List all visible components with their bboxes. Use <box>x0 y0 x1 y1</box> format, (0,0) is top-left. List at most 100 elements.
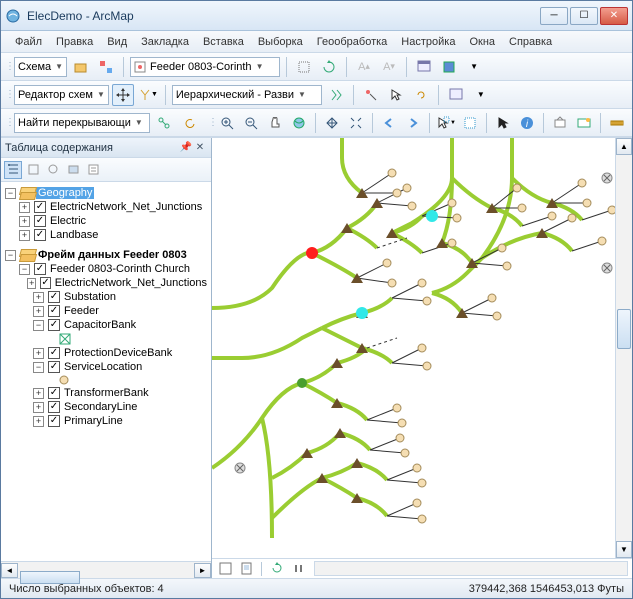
expand-icon[interactable]: + <box>33 402 44 413</box>
refresh-view-icon[interactable] <box>268 561 286 577</box>
full-extent-icon[interactable] <box>288 112 310 134</box>
list-by-selection-icon[interactable] <box>64 161 82 179</box>
select-features-icon[interactable]: ▼ <box>435 112 457 134</box>
checkbox[interactable]: ✓ <box>34 229 46 241</box>
checkbox[interactable]: ✓ <box>34 263 46 275</box>
collapse-icon[interactable]: − <box>5 250 16 261</box>
checkbox[interactable]: ✓ <box>48 305 60 317</box>
menu-help[interactable]: Справка <box>503 34 558 50</box>
feeder-combo[interactable]: Feeder 0803-Corinth▼ <box>130 57 280 77</box>
expand-icon[interactable]: + <box>33 306 44 317</box>
menu-geoprocessing[interactable]: Геообработка <box>311 34 394 50</box>
expand-icon[interactable]: + <box>27 278 36 289</box>
menu-selection[interactable]: Выборка <box>252 34 309 50</box>
prev-extent-icon[interactable] <box>378 112 400 134</box>
collapse-icon[interactable]: − <box>33 362 44 373</box>
maximize-button[interactable]: ☐ <box>570 7 598 25</box>
layout-algo-combo[interactable]: Иерархический - Разви▼ <box>172 85 322 105</box>
expand-icon[interactable]: + <box>19 202 30 213</box>
list-by-visibility-icon[interactable] <box>44 161 62 179</box>
find-undo-icon[interactable] <box>178 112 200 134</box>
expand-icon[interactable]: + <box>33 348 44 359</box>
text-down-icon[interactable]: A▾ <box>378 56 400 78</box>
data-view-icon[interactable] <box>216 561 234 577</box>
menu-edit[interactable]: Правка <box>50 34 99 50</box>
properties-icon[interactable] <box>413 56 435 78</box>
menu-file[interactable]: Файл <box>9 34 48 50</box>
close-panel-icon[interactable]: ✕ <box>193 142 207 153</box>
fixed-zoom-out-icon[interactable] <box>345 112 367 134</box>
layout-props-icon[interactable] <box>445 84 467 106</box>
checkbox[interactable]: ✓ <box>48 387 60 399</box>
checkbox[interactable]: ✓ <box>48 291 60 303</box>
layout-view-icon[interactable] <box>237 561 255 577</box>
move-node-icon[interactable] <box>112 84 134 106</box>
checkbox[interactable]: ✓ <box>48 319 60 331</box>
collapse-icon[interactable]: − <box>33 320 44 331</box>
open-icon[interactable] <box>70 56 92 78</box>
list-by-source-icon[interactable] <box>24 161 42 179</box>
refresh-icon[interactable] <box>318 56 340 78</box>
expand-icon[interactable]: + <box>33 416 44 427</box>
h-scrollbar[interactable]: ◄ ► <box>1 561 211 578</box>
dropdown-icon[interactable]: ▼ <box>463 56 485 78</box>
run-layout-icon[interactable] <box>325 84 347 106</box>
find-combo[interactable]: Найти перекрывающи▼ <box>14 113 150 133</box>
checkbox[interactable]: ✓ <box>34 201 46 213</box>
edit-node-icon[interactable] <box>360 84 382 106</box>
text-up-icon[interactable]: A▴ <box>353 56 375 78</box>
expand-icon[interactable]: + <box>19 230 30 241</box>
measure-icon[interactable] <box>606 112 628 134</box>
minimize-button[interactable]: ─ <box>540 7 568 25</box>
checkbox[interactable]: ✓ <box>34 215 46 227</box>
menu-customize[interactable]: Настройка <box>395 34 461 50</box>
close-button[interactable]: ✕ <box>600 7 628 25</box>
checkbox[interactable]: ✓ <box>48 401 60 413</box>
pin-icon[interactable]: 📌 <box>179 142 193 153</box>
zoom-in-icon[interactable] <box>216 112 238 134</box>
map-view[interactable] <box>212 138 615 558</box>
rotate-icon[interactable] <box>410 84 432 106</box>
checkbox[interactable]: ✓ <box>40 277 50 289</box>
next-extent-icon[interactable] <box>402 112 424 134</box>
select-elements-icon[interactable] <box>492 112 514 134</box>
collapse-icon[interactable]: − <box>19 264 30 275</box>
save-icon[interactable] <box>438 56 460 78</box>
find-graph-icon[interactable] <box>153 112 175 134</box>
editor-combo[interactable]: Редактор схем▼ <box>14 85 109 105</box>
cursor-icon[interactable] <box>385 84 407 106</box>
zoom-out-icon[interactable] <box>240 112 262 134</box>
menu-windows[interactable]: Окна <box>463 34 501 50</box>
toc-tree[interactable]: −Geography +✓ElectricNetwork_Net_Junctio… <box>1 182 211 561</box>
pause-drawing-icon[interactable] <box>289 561 307 577</box>
menu-view[interactable]: Вид <box>101 34 133 50</box>
group-feeder-frame[interactable]: Фрейм данных Feeder 0803 <box>36 249 189 261</box>
menu-bookmark[interactable]: Закладка <box>135 34 195 50</box>
tree-layout-icon[interactable]: ▼ <box>137 84 159 106</box>
toc-toolbar <box>1 158 211 182</box>
clear-selection-icon[interactable] <box>459 112 481 134</box>
expand-icon[interactable]: + <box>33 388 44 399</box>
layers-icon <box>20 187 34 199</box>
options-icon[interactable] <box>84 161 102 179</box>
menu-insert[interactable]: Вставка <box>197 34 250 50</box>
checkbox[interactable]: ✓ <box>48 347 60 359</box>
checkbox[interactable]: ✓ <box>48 415 60 427</box>
pan-icon[interactable] <box>264 112 286 134</box>
expand-icon[interactable]: + <box>19 216 30 227</box>
hyperlink-icon[interactable] <box>549 112 571 134</box>
v-scrollbar[interactable]: ▲▼ <box>615 138 632 558</box>
toggle-icon[interactable] <box>95 56 117 78</box>
select-box-icon[interactable] <box>293 56 315 78</box>
list-by-drawing-icon[interactable] <box>4 161 22 179</box>
html-popup-icon[interactable] <box>573 112 595 134</box>
checkbox[interactable]: ✓ <box>48 361 60 373</box>
h-scrollbar-map[interactable] <box>314 561 628 576</box>
scheme-combo[interactable]: Схема▼ <box>14 57 67 77</box>
identify-icon[interactable]: i <box>516 112 538 134</box>
fixed-zoom-in-icon[interactable] <box>321 112 343 134</box>
dropdown2-icon[interactable]: ▼ <box>470 84 492 106</box>
collapse-icon[interactable]: − <box>5 188 16 199</box>
group-geography[interactable]: Geography <box>36 187 94 199</box>
expand-icon[interactable]: + <box>33 292 44 303</box>
